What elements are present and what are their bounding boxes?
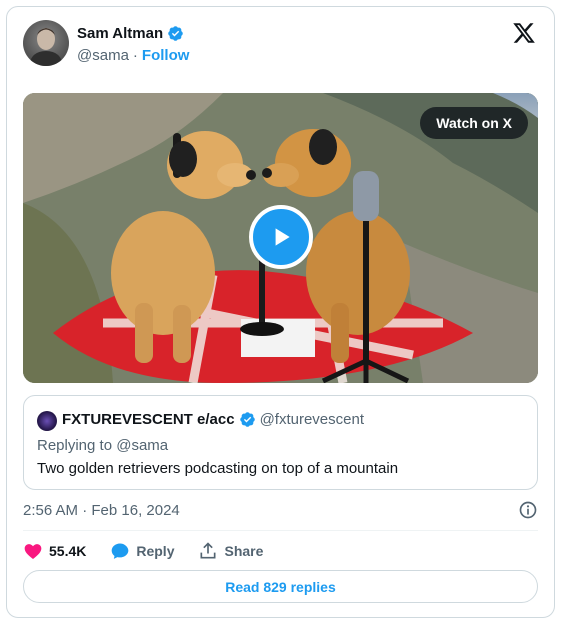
- quoted-author-handle[interactable]: @fxturevescent: [260, 411, 364, 428]
- follow-button[interactable]: Follow: [142, 47, 190, 64]
- quoted-tweet[interactable]: FXTUREVESCENT e/acc @fxturevescent Reply…: [23, 395, 538, 490]
- replying-to-prefix: Replying to: [37, 437, 113, 454]
- author-handle[interactable]: @sama: [77, 47, 129, 64]
- quoted-author-row: FXTUREVESCENT e/acc @fxturevescent: [62, 411, 364, 428]
- replying-to-handle[interactable]: @sama: [116, 437, 168, 454]
- quoted-tweet-text: Two golden retrievers podcasting on top …: [37, 460, 399, 477]
- replying-to: Replying to @sama: [37, 437, 168, 454]
- share-icon: [200, 542, 216, 559]
- play-icon: [275, 228, 290, 246]
- verified-badge-icon: [167, 25, 184, 42]
- author-handle-row: @sama · Follow: [77, 47, 189, 64]
- divider: [23, 530, 538, 531]
- reply-bubble-icon: [112, 543, 129, 559]
- share-label: Share: [224, 543, 264, 559]
- watch-on-x-button[interactable]: Watch on X: [420, 107, 528, 139]
- author-name-row[interactable]: Sam Altman: [77, 25, 184, 42]
- x-logo-icon[interactable]: [512, 21, 536, 45]
- like-count: 55.4K: [49, 543, 87, 559]
- heart-icon: [24, 544, 42, 559]
- video-media[interactable]: Watch on X: [23, 93, 538, 383]
- reply-label: Reply: [136, 543, 175, 559]
- info-icon[interactable]: [518, 500, 538, 520]
- quoted-author-name[interactable]: FXTUREVESCENT e/acc: [62, 411, 235, 428]
- separator-dot: ·: [132, 47, 138, 64]
- tweet-timestamp[interactable]: 2:56 AM · Feb 16, 2024: [23, 502, 180, 519]
- share-button[interactable]: Share: [198, 541, 263, 561]
- author-name[interactable]: Sam Altman: [77, 25, 163, 42]
- play-button[interactable]: [249, 205, 313, 269]
- tweet-card: Sam Altman @sama · Follow Watch on X FXT…: [6, 6, 555, 618]
- read-replies-button[interactable]: Read 829 replies: [23, 570, 538, 603]
- like-button[interactable]: 55.4K: [23, 541, 86, 561]
- reply-button[interactable]: Reply: [110, 541, 174, 561]
- quoted-author-avatar[interactable]: [37, 411, 57, 431]
- author-avatar[interactable]: [23, 20, 69, 66]
- action-bar: 55.4K Reply Share: [23, 540, 287, 562]
- verified-badge-icon: [239, 412, 255, 427]
